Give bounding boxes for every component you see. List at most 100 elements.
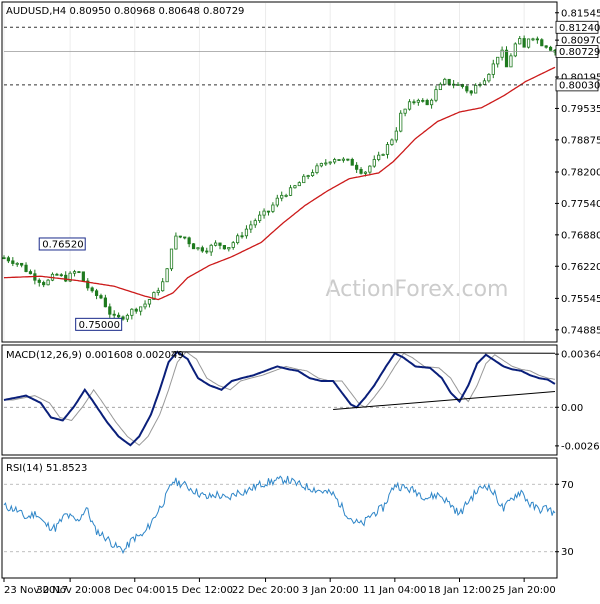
candle-body — [209, 244, 213, 253]
chart-background — [0, 0, 600, 600]
candle-body — [130, 308, 134, 316]
level-label-2: 0.80729 — [559, 47, 600, 58]
candle-body — [205, 250, 209, 253]
candle-body — [310, 172, 315, 177]
candle-body — [535, 38, 539, 41]
candle-body — [156, 290, 160, 293]
candle-body — [218, 242, 222, 246]
candle-body — [236, 235, 240, 244]
candle-body — [319, 163, 323, 167]
candle-body — [200, 247, 204, 252]
candle-body — [72, 271, 77, 274]
candle-body — [81, 271, 85, 282]
candle-body — [548, 46, 553, 51]
candle-body — [20, 262, 24, 266]
time-tick-label-7: 18 Jan 12:00 — [428, 585, 491, 596]
price-tick-label-4: 0.78875 — [561, 135, 600, 146]
annotation-label-0: 0.76520 — [42, 239, 83, 250]
macd-tick-label-2: -0.002644 — [561, 441, 600, 452]
watermark: ActionForex.com — [326, 277, 509, 302]
candle-body — [540, 39, 544, 47]
candle-body — [253, 220, 257, 226]
candle-body — [288, 187, 293, 196]
candle-body — [37, 279, 41, 283]
candle-body — [77, 271, 81, 274]
candle-body — [491, 63, 495, 75]
candle-body — [469, 90, 473, 94]
candle-body — [55, 273, 59, 276]
candle-body — [125, 314, 130, 320]
candle-body — [434, 89, 438, 101]
candle-body — [324, 162, 328, 165]
candle-body — [99, 295, 103, 299]
candle-body — [399, 112, 403, 132]
candle-body — [258, 214, 262, 222]
candle-body — [350, 158, 354, 166]
candle-body — [425, 99, 429, 106]
candle-body — [412, 101, 416, 104]
chart-canvas: ActionForex.com 0.76520 0.75000 0.81545 0.… — [0, 0, 600, 600]
candle-body — [403, 108, 407, 114]
candle-body — [474, 84, 478, 94]
candle-body — [394, 130, 398, 141]
candle-body — [275, 197, 279, 206]
candle-body — [355, 164, 359, 170]
candle-body — [6, 257, 11, 262]
candle-body — [518, 38, 522, 45]
candle-body — [372, 159, 376, 167]
candle-body — [293, 185, 297, 189]
candle-body — [513, 43, 517, 57]
time-tick-label-6: 11 Jan 04:00 — [363, 585, 426, 596]
candle-body — [306, 175, 310, 178]
candle-body — [487, 73, 491, 82]
candle-body — [147, 299, 152, 305]
candle-body — [42, 282, 46, 286]
candle-body — [108, 306, 112, 315]
price-tick-label-8: 0.76220 — [561, 262, 600, 273]
candle-body — [117, 314, 121, 318]
candle-body — [240, 235, 244, 238]
macd-header: MACD(12,26,9) 0.001608 0.002049 — [6, 350, 184, 361]
candle-body — [456, 84, 460, 86]
price-tick-label-10: 0.74885 — [561, 325, 600, 336]
level-label-1: 0.80030 — [559, 80, 600, 91]
candle-body — [341, 158, 346, 161]
audusd-chart: ActionForex.com 0.76520 0.75000 0.81545 0.… — [0, 0, 600, 600]
price-tick-label-1: 0.80970 — [561, 36, 600, 47]
candle-body — [407, 101, 412, 110]
candle-body — [143, 303, 147, 308]
candle-body — [2, 257, 6, 260]
candle-body — [213, 242, 218, 246]
level-label-0: 0.81240 — [559, 23, 600, 34]
time-tick-label-5: 3 Jan 20:00 — [302, 585, 359, 596]
candle-body — [46, 279, 50, 286]
time-tick-label-3: 15 Dec 12:00 — [166, 585, 233, 596]
candle-body — [266, 210, 271, 213]
candle-body — [169, 248, 174, 270]
candle-body — [231, 242, 235, 248]
candle-body — [24, 264, 28, 272]
annotation-label-1: 0.75000 — [79, 320, 120, 331]
candle-body — [438, 83, 442, 91]
candle-body — [390, 139, 394, 145]
candle-body — [222, 245, 226, 250]
candle-body — [196, 247, 200, 250]
candle-body — [262, 210, 266, 216]
candle-body — [315, 165, 319, 173]
time-tick-label-2: 8 Dec 04:00 — [104, 585, 165, 596]
candle-body — [284, 194, 288, 197]
candle-body — [249, 224, 253, 230]
candle-body — [187, 237, 191, 245]
candle-body — [337, 159, 341, 161]
candle-body — [421, 99, 425, 102]
rsi-tick-label-1: 30 — [561, 547, 574, 558]
candle-body — [332, 159, 337, 163]
candle-body — [15, 262, 19, 265]
time-tick-label-4: 22 Dec 20:00 — [232, 585, 299, 596]
candle-body — [531, 38, 535, 41]
candle-body — [377, 154, 381, 160]
price-tick-label-3: 0.79535 — [561, 104, 600, 115]
candle-body — [165, 268, 169, 283]
candle-body — [297, 182, 301, 187]
macd-tick-label-0: 0.00364 — [561, 350, 600, 361]
